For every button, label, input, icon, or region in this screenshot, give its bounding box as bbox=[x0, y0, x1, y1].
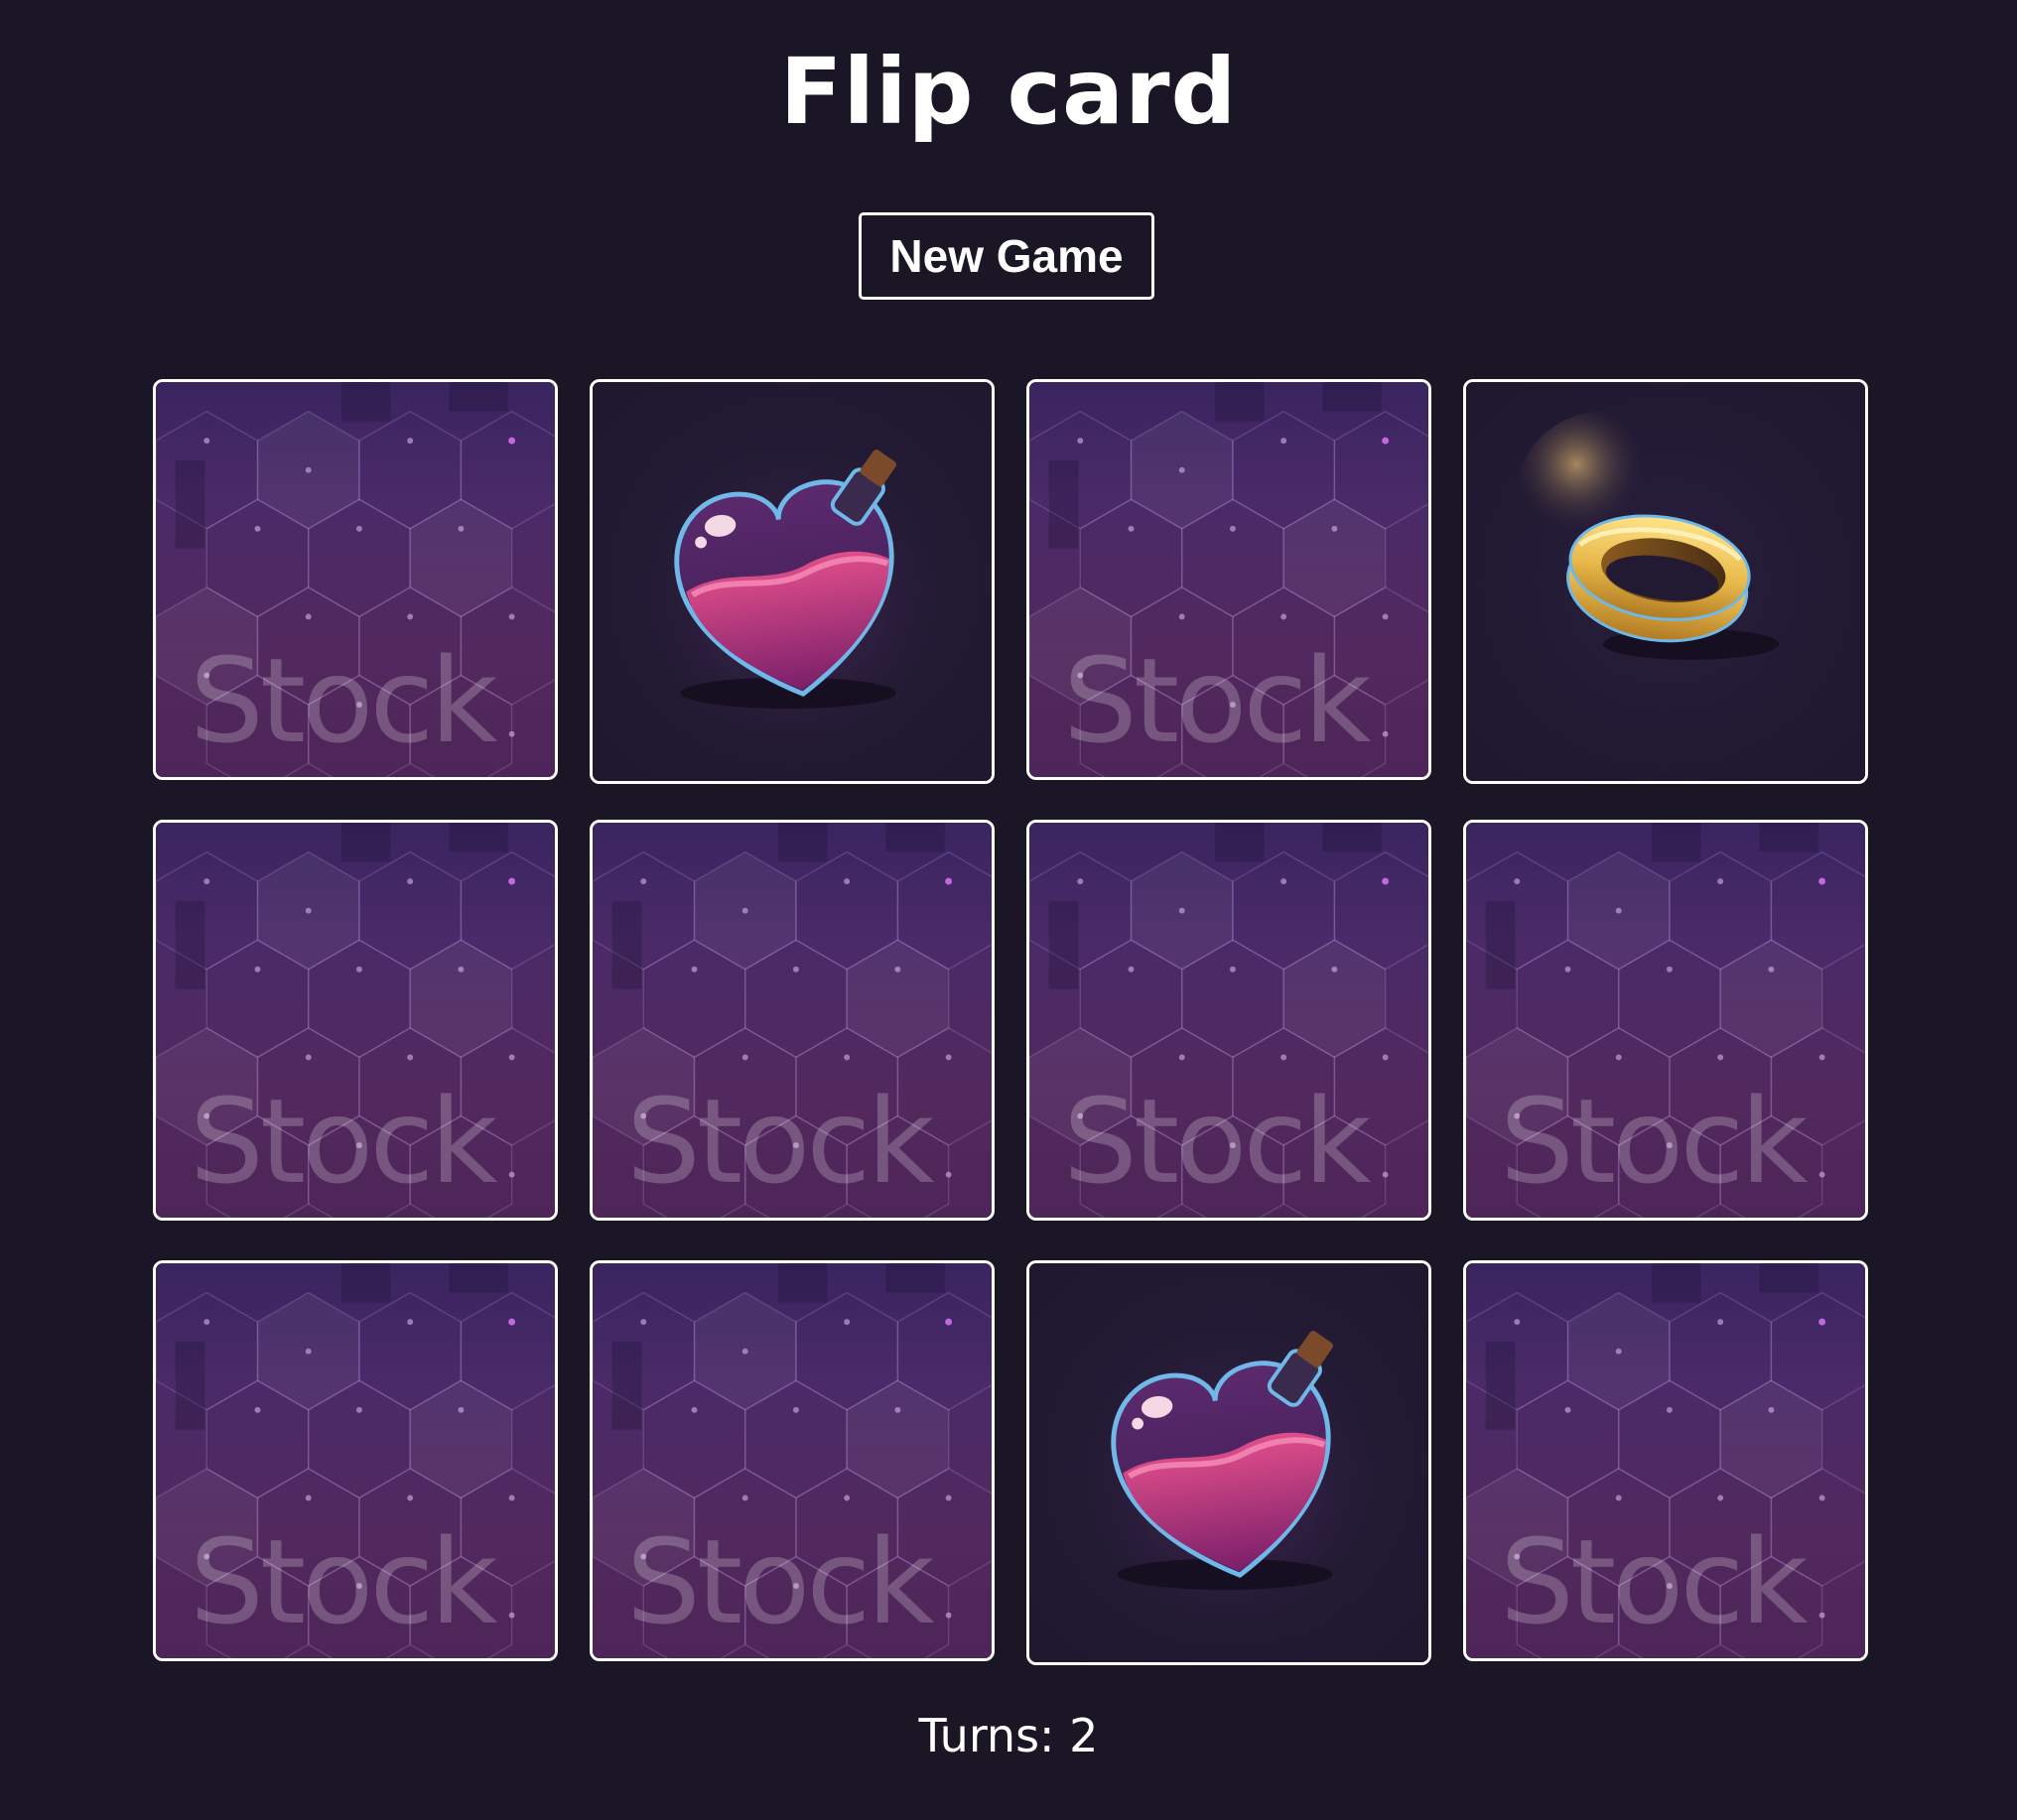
card-back-watermark: Stock bbox=[190, 1073, 498, 1210]
heart-potion-icon bbox=[1029, 1263, 1428, 1662]
gold-ring-icon bbox=[1466, 382, 1865, 781]
card-back-pattern: Stock bbox=[156, 382, 555, 777]
card-back-pattern: Stock bbox=[1466, 1263, 1865, 1658]
card-back-watermark: Stock bbox=[626, 1513, 935, 1650]
heart-potion-icon bbox=[593, 382, 992, 781]
card-back-watermark: Stock bbox=[1500, 1073, 1809, 1210]
card-face-down[interactable]: Stock bbox=[590, 820, 995, 1221]
card-back-watermark: Stock bbox=[190, 1513, 498, 1650]
card-face-up-heart-potion[interactable] bbox=[590, 379, 995, 784]
card-back-pattern: Stock bbox=[593, 823, 992, 1218]
card-back-pattern: Stock bbox=[156, 1263, 555, 1658]
turns-counter: Turns: 2 bbox=[0, 1709, 2017, 1762]
card-back-pattern: Stock bbox=[593, 1263, 992, 1658]
card-back-pattern: Stock bbox=[1029, 823, 1428, 1218]
card-back-watermark: Stock bbox=[1063, 632, 1372, 769]
turns-value: 2 bbox=[1069, 1709, 1099, 1762]
card-face-down[interactable]: Stock bbox=[1026, 820, 1431, 1221]
card-face-down[interactable]: Stock bbox=[1463, 1260, 1868, 1661]
card-back-watermark: Stock bbox=[626, 1073, 935, 1210]
card-back-pattern: Stock bbox=[1466, 823, 1865, 1218]
card-back-watermark: Stock bbox=[190, 632, 498, 769]
new-game-button[interactable]: New Game bbox=[859, 212, 1154, 300]
card-back-pattern: Stock bbox=[156, 823, 555, 1218]
game-page: Flip card New Game Stock Stock Stock Sto… bbox=[0, 0, 2017, 1820]
card-face-down[interactable]: Stock bbox=[153, 820, 558, 1221]
card-face-down[interactable]: Stock bbox=[1026, 379, 1431, 780]
card-face-down[interactable]: Stock bbox=[153, 1260, 558, 1661]
card-back-watermark: Stock bbox=[1063, 1073, 1372, 1210]
card-grid: Stock Stock Stock Stock Stock Stock Stoc… bbox=[153, 379, 1868, 1665]
page-title: Flip card bbox=[779, 39, 1238, 145]
card-face-down[interactable]: Stock bbox=[590, 1260, 995, 1661]
card-face-down[interactable]: Stock bbox=[153, 379, 558, 780]
card-back-watermark: Stock bbox=[1500, 1513, 1809, 1650]
card-back-pattern: Stock bbox=[1029, 382, 1428, 777]
turns-label: Turns: bbox=[918, 1709, 1055, 1762]
card-face-up-gold-ring[interactable] bbox=[1463, 379, 1868, 784]
card-face-down[interactable]: Stock bbox=[1463, 820, 1868, 1221]
card-face-up-heart-potion[interactable] bbox=[1026, 1260, 1431, 1665]
